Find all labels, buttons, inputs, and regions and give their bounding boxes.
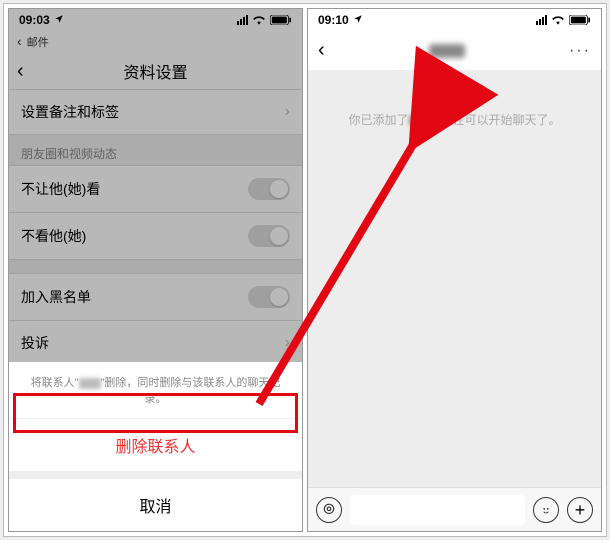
battery-icon (270, 15, 292, 25)
cell-blacklist[interactable]: 加入黑名单 (9, 273, 302, 321)
chevron-right-icon: › (285, 103, 290, 121)
wifi-icon (252, 15, 266, 25)
cell-remark-tags[interactable]: 设置备注和标签 › (9, 89, 302, 135)
page-header: ‹ 资料设置 (9, 52, 302, 90)
status-time: 09:03 (19, 13, 50, 27)
status-bar: 09:10 (308, 9, 601, 31)
back-icon[interactable]: ‹ (17, 61, 24, 81)
sheet-message: 将联系人""删除，同时删除与该联系人的聊天记录。 (9, 362, 302, 419)
toggle-off[interactable] (248, 178, 290, 200)
chat-body: 08:29 你已添加了，现在可以开始聊天了。 (308, 71, 601, 487)
toggle-off[interactable] (248, 225, 290, 247)
cell-hide-my-moments[interactable]: 不让他(她)看 (9, 165, 302, 213)
chevron-right-icon: › (285, 334, 290, 352)
back-icon[interactable]: ‹ (318, 39, 325, 62)
action-sheet: 将联系人""删除，同时删除与该联系人的聊天记录。 删除联系人 取消 (9, 362, 302, 531)
phone-left: 09:03 邮件 ‹ 资料设置 设 (8, 8, 303, 532)
cell-report[interactable]: 投诉 › (9, 320, 302, 366)
phone-right: 09:10 ‹ ··· 08:29 你已添 (307, 8, 602, 532)
message-input[interactable] (350, 495, 525, 525)
section-moments: 朋友圈和视频动态 (9, 135, 302, 166)
cancel-button[interactable]: 取消 (9, 479, 302, 531)
more-icon[interactable]: ··· (569, 42, 591, 60)
status-bar: 09:03 (9, 9, 302, 31)
voice-icon[interactable] (316, 497, 342, 523)
system-message: 你已添加了，现在可以开始聊天了。 (318, 111, 591, 130)
mail-back[interactable]: 邮件 (9, 31, 302, 52)
redacted-name (79, 378, 101, 389)
status-time: 09:10 (318, 13, 349, 27)
cell-hide-their-moments[interactable]: 不看他(她) (9, 212, 302, 260)
location-icon (353, 14, 363, 27)
chat-title-redacted (429, 44, 465, 58)
toggle-off[interactable] (248, 286, 290, 308)
emoji-icon[interactable] (533, 497, 559, 523)
signal-icon (536, 15, 547, 25)
chat-header: ‹ ··· (308, 31, 601, 71)
redacted-name (409, 115, 429, 126)
battery-icon (569, 15, 591, 25)
chat-input-bar: + (308, 487, 601, 531)
wifi-icon (551, 15, 565, 25)
location-icon (54, 14, 64, 27)
signal-icon (237, 15, 248, 25)
plus-icon[interactable]: + (567, 497, 593, 523)
page-title: 资料设置 (123, 59, 187, 83)
delete-contact-button[interactable]: 删除联系人 (9, 419, 302, 471)
chat-timestamp: 08:29 (318, 87, 591, 101)
